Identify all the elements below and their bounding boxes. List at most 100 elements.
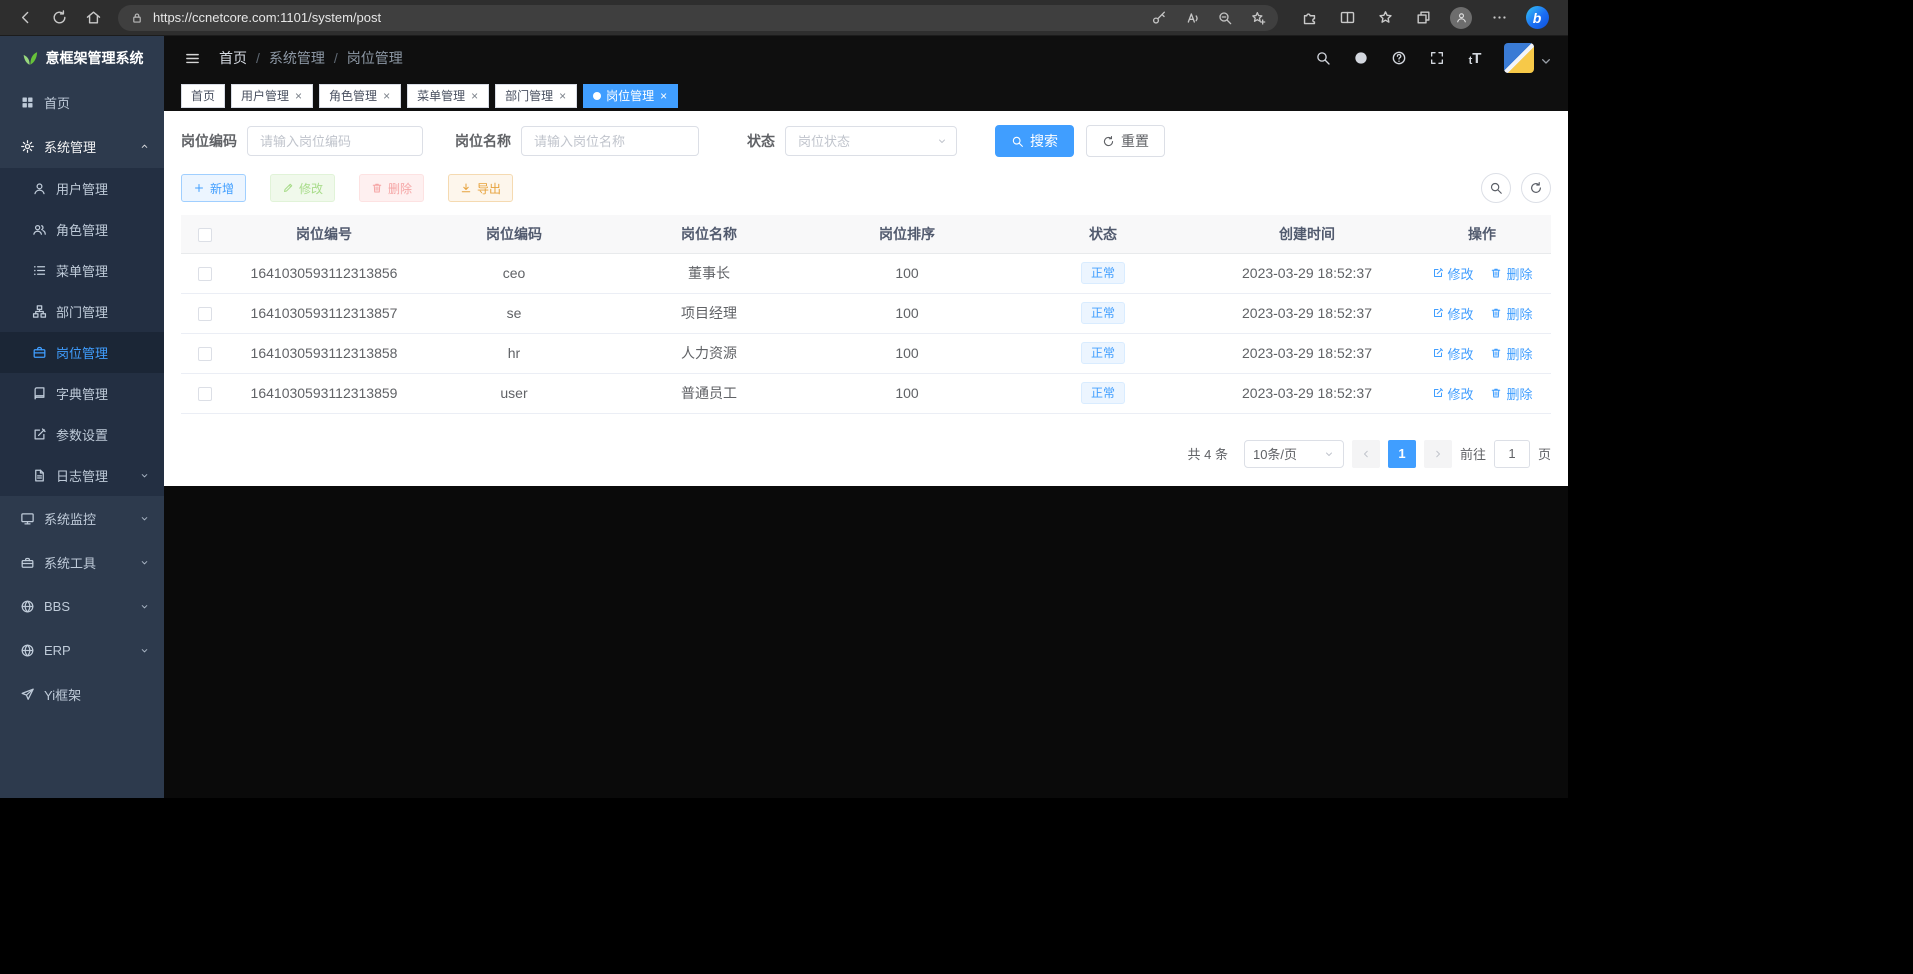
extensions-button[interactable] xyxy=(1290,3,1328,33)
sidebar-item-user-mgmt[interactable]: 用户管理 xyxy=(0,168,164,209)
next-page-button[interactable] xyxy=(1424,440,1452,468)
header-search-button[interactable] xyxy=(1310,45,1336,71)
sidebar-item-dept-mgmt[interactable]: 部门管理 xyxy=(0,291,164,332)
total-count: 共 4 条 xyxy=(1188,444,1228,463)
question-circle-icon xyxy=(1391,50,1407,66)
refresh-table-button[interactable] xyxy=(1521,173,1551,203)
fullscreen-button[interactable] xyxy=(1424,45,1450,71)
split-screen-button[interactable] xyxy=(1328,3,1366,33)
row-checkbox[interactable] xyxy=(198,307,212,321)
delete-button[interactable]: 删除 xyxy=(359,174,424,202)
home-button[interactable] xyxy=(76,3,110,33)
select-all-checkbox[interactable] xyxy=(198,228,212,242)
lock-icon[interactable] xyxy=(130,11,144,25)
globe-icon xyxy=(20,599,35,614)
status-select-input[interactable] xyxy=(785,126,957,156)
page-size-select[interactable] xyxy=(1244,440,1344,468)
sidebar-item-erp[interactable]: ERP xyxy=(0,628,164,672)
tab-menu-mgmt[interactable]: 菜单管理 × xyxy=(407,84,489,108)
page-size-input[interactable] xyxy=(1244,440,1344,468)
favorites-button[interactable] xyxy=(1366,3,1404,33)
zoom-button[interactable] xyxy=(1217,10,1233,26)
row-edit-link[interactable]: 修改 xyxy=(1432,344,1474,363)
trash-icon xyxy=(1490,267,1502,279)
post-code-label: 岗位编码 xyxy=(181,131,237,151)
reset-button[interactable]: 重置 xyxy=(1086,125,1165,157)
tab-role-mgmt[interactable]: 角色管理 × xyxy=(319,84,401,108)
delete-link-label: 删除 xyxy=(1506,304,1532,323)
post-code-input[interactable] xyxy=(247,126,423,156)
back-button[interactable] xyxy=(8,3,42,33)
profile-button[interactable] xyxy=(1442,3,1480,33)
add-favorite-button[interactable] xyxy=(1250,10,1266,26)
sidebar-item-param-settings[interactable]: 参数设置 xyxy=(0,414,164,455)
row-checkbox[interactable] xyxy=(198,347,212,361)
tab-post-mgmt[interactable]: 岗位管理 × xyxy=(583,84,678,108)
read-aloud-button[interactable] xyxy=(1184,10,1200,26)
password-manager-button[interactable] xyxy=(1151,10,1167,26)
zoom-out-icon xyxy=(1217,10,1233,26)
row-delete-link[interactable]: 删除 xyxy=(1490,344,1532,363)
search-button[interactable]: 搜索 xyxy=(995,125,1074,157)
list-icon xyxy=(32,263,47,278)
browser-menu-button[interactable] xyxy=(1480,3,1518,33)
tab-dept-mgmt[interactable]: 部门管理 × xyxy=(495,84,577,108)
user-menu[interactable] xyxy=(1504,43,1554,73)
export-button[interactable]: 导出 xyxy=(448,174,513,202)
close-icon[interactable]: × xyxy=(294,90,303,102)
sidebar-item-label: 系统监控 xyxy=(44,509,96,528)
row-delete-link[interactable]: 删除 xyxy=(1490,384,1532,403)
status-select[interactable] xyxy=(785,126,957,156)
toggle-search-button[interactable] xyxy=(1481,173,1511,203)
prev-page-button[interactable] xyxy=(1352,440,1380,468)
sidebar-item-post-mgmt[interactable]: 岗位管理 xyxy=(0,332,164,373)
row-edit-link[interactable]: 修改 xyxy=(1432,304,1474,323)
sidebar-item-menu-mgmt[interactable]: 菜单管理 xyxy=(0,250,164,291)
sidebar-item-label: 角色管理 xyxy=(56,220,108,239)
font-size-button[interactable]: tT xyxy=(1462,45,1488,71)
tab-home[interactable]: 首页 xyxy=(181,84,225,108)
breadcrumb-item[interactable]: 系统管理 xyxy=(269,48,325,68)
tab-user-mgmt[interactable]: 用户管理 × xyxy=(231,84,313,108)
table-row: 1641030593112313856 ceo 董事长 100 正常 2023-… xyxy=(181,253,1551,293)
sidebar-item-system-tools[interactable]: 系统工具 xyxy=(0,540,164,584)
sidebar-item-system-mgmt[interactable]: 系统管理 xyxy=(0,124,164,168)
sidebar-item-log-mgmt[interactable]: 日志管理 xyxy=(0,455,164,496)
close-icon[interactable]: × xyxy=(659,90,668,102)
close-icon[interactable]: × xyxy=(382,90,391,102)
row-delete-link[interactable]: 删除 xyxy=(1490,304,1532,323)
edit-button[interactable]: 修改 xyxy=(270,174,335,202)
row-checkbox[interactable] xyxy=(198,387,212,401)
row-delete-link[interactable]: 删除 xyxy=(1490,264,1532,283)
close-icon[interactable]: × xyxy=(470,90,479,102)
users-icon xyxy=(32,222,47,237)
row-edit-link[interactable]: 修改 xyxy=(1432,384,1474,403)
address-bar[interactable]: https://ccnetcore.com:1101/system/post xyxy=(118,5,1278,31)
sidebar-item-home[interactable]: 首页 xyxy=(0,80,164,124)
refresh-button[interactable] xyxy=(42,3,76,33)
app-logo[interactable]: 意框架管理系统 xyxy=(0,36,164,80)
sidebar-item-label: 日志管理 xyxy=(56,466,108,485)
sidebar-item-dict-mgmt[interactable]: 字典管理 xyxy=(0,373,164,414)
copilot-button[interactable]: b xyxy=(1518,3,1556,33)
close-icon[interactable]: × xyxy=(558,90,567,102)
sidebar-item-yi-framework[interactable]: Yi框架 xyxy=(0,672,164,716)
help-button[interactable] xyxy=(1386,45,1412,71)
add-button[interactable]: 新增 xyxy=(181,174,246,202)
breadcrumb-item[interactable]: 首页 xyxy=(219,48,247,68)
page-number-button[interactable]: 1 xyxy=(1388,440,1416,468)
github-button[interactable] xyxy=(1348,45,1374,71)
cell-post-name: 董事长 xyxy=(609,253,809,293)
user-avatar[interactable] xyxy=(1504,43,1534,73)
post-table: 岗位编号 岗位编码 岗位名称 岗位排序 状态 创建时间 操作 xyxy=(181,215,1551,414)
row-checkbox[interactable] xyxy=(198,267,212,281)
row-edit-link[interactable]: 修改 xyxy=(1432,264,1474,283)
sidebar-item-bbs[interactable]: BBS xyxy=(0,584,164,628)
goto-page-input[interactable] xyxy=(1494,440,1530,468)
sidebar-item-system-monitor[interactable]: 系统监控 xyxy=(0,496,164,540)
collections-button[interactable] xyxy=(1404,3,1442,33)
sidebar-toggle[interactable] xyxy=(178,44,206,72)
edit-icon xyxy=(1432,347,1444,359)
post-name-input[interactable] xyxy=(521,126,699,156)
sidebar-item-role-mgmt[interactable]: 角色管理 xyxy=(0,209,164,250)
